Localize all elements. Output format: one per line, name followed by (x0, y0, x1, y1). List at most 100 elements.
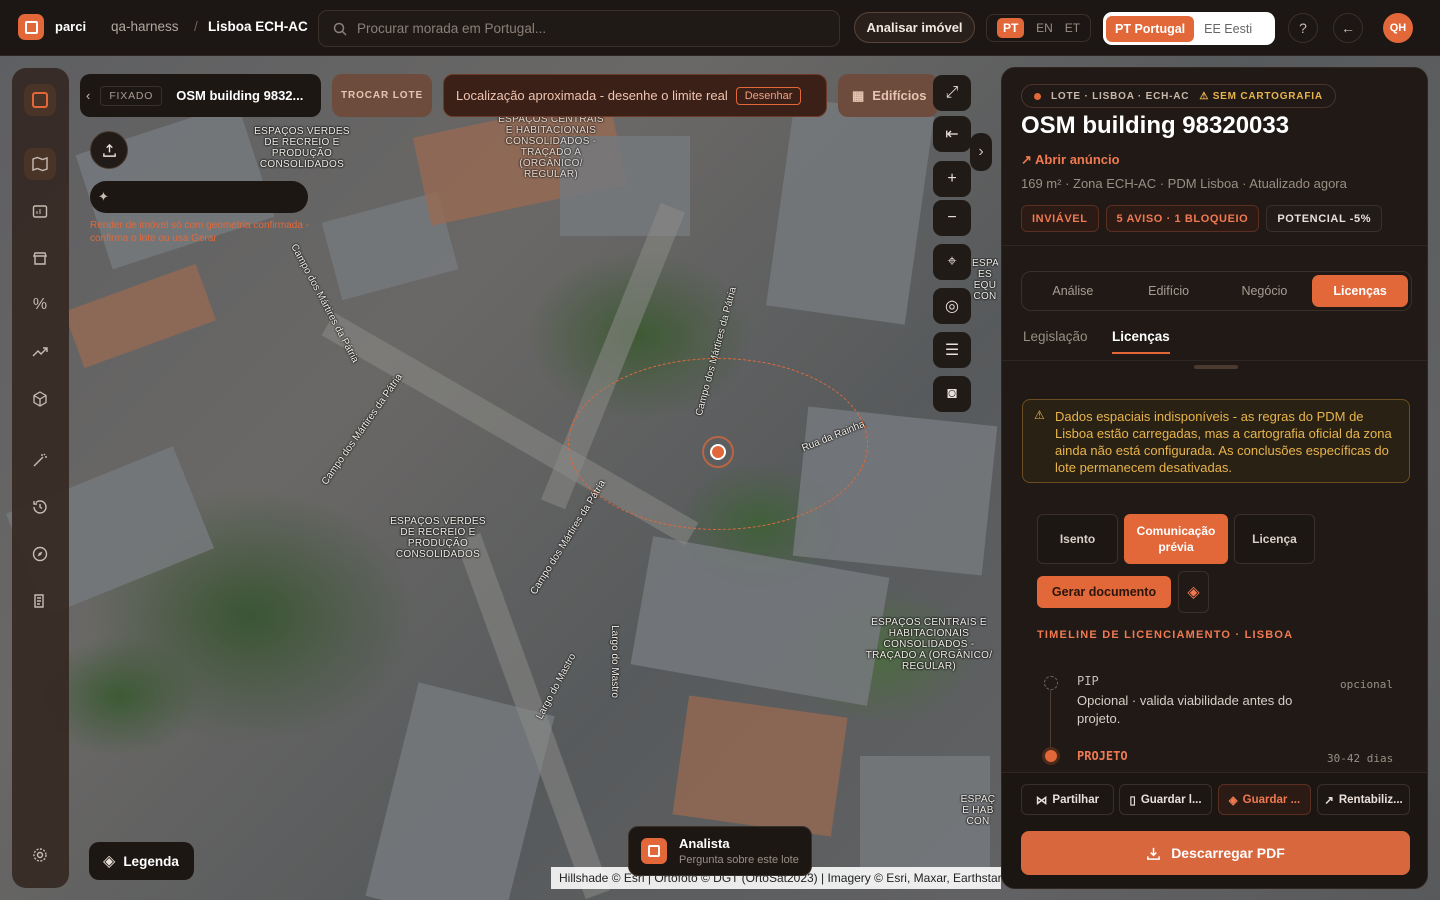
lot-meta: 169 m² · Zona ECH-AC · PDM Lisboa · Atua… (1021, 176, 1347, 191)
panel-toggle-icon[interactable] (24, 84, 56, 116)
compass-map-icon[interactable]: ◎ (933, 288, 971, 324)
lang-en[interactable]: EN (1036, 21, 1053, 35)
buildings-toggle[interactable]: ▦ Edifícios (838, 74, 938, 117)
locate-icon[interactable]: ⌖ (933, 244, 971, 280)
document-list-icon[interactable] (24, 585, 56, 617)
tab-licencas[interactable]: Licenças (1312, 275, 1408, 307)
chevron-left-icon[interactable]: ‹ (86, 88, 90, 103)
download-icon (1147, 847, 1161, 860)
chevron-right-icon[interactable]: › (970, 133, 992, 171)
country-switcher: PT Portugal EE Eesti (1103, 12, 1275, 45)
map-building (766, 97, 934, 325)
tab-analise[interactable]: Análise (1025, 275, 1121, 307)
main-tabs: Análise Edifício Negócio Licenças (1021, 271, 1412, 311)
analyst-title: Analista (679, 836, 730, 851)
country-estonia[interactable]: EE Eesti (1204, 22, 1252, 36)
download-pdf-button[interactable]: Descarregar PDF (1021, 831, 1410, 875)
warning-triangle-icon: ⚠ (1034, 408, 1045, 422)
camera-icon[interactable]: ◙ (933, 376, 971, 412)
zone-label: ESPAÇOS CENTRAIS E HABITACIONAIS CONSOLI… (865, 617, 993, 672)
status-badges: INVIÁVEL 5 AVISO · 1 BLOQUEIO POTENCIAL … (1021, 205, 1383, 232)
lang-et[interactable]: ET (1065, 21, 1080, 35)
breadcrumb-workspace[interactable]: qa-harness (111, 19, 179, 34)
divider (1002, 245, 1427, 246)
legend-button[interactable]: ◈ Legenda (89, 842, 194, 880)
timeline-dot-optional (1044, 676, 1058, 690)
settings-gear-icon[interactable] (24, 839, 56, 871)
analyst-chat-button[interactable]: Analista Pergunta sobre este lote (628, 826, 812, 876)
render-input[interactable]: ✦ (90, 181, 308, 213)
help-icon[interactable]: ? (1288, 13, 1318, 43)
lang-pt[interactable]: PT (996, 18, 1025, 38)
approx-location-text: Localização aproximada - desenhe o limit… (456, 88, 728, 103)
zoom-out-icon[interactable]: − (933, 200, 971, 236)
swap-lot-button[interactable]: TROCAR LOTE (332, 74, 432, 117)
selected-building-pill[interactable]: ‹ FIXADO OSM building 9832... (80, 74, 321, 117)
save-listing-button[interactable]: ▯ Guardar l... (1119, 784, 1212, 815)
layers-stack-icon[interactable]: ◈ (1178, 571, 1209, 613)
percent-icon[interactable]: % (24, 289, 56, 321)
street-label: Campo dos Mártires da Pátria (319, 371, 406, 488)
tab-edificio[interactable]: Edifício (1121, 275, 1217, 307)
fullscreen-icon[interactable]: ⤢ (933, 75, 971, 111)
upload-icon[interactable] (90, 131, 128, 169)
tab-negocio[interactable]: Negócio (1217, 275, 1313, 307)
zone-label: ESPAÇOS VERDES DE RECREIO E PRODUÇÃO CON… (390, 516, 486, 560)
chart-folder-icon[interactable] (24, 195, 56, 227)
license-option-isento[interactable]: Isento (1037, 514, 1118, 564)
subtab-licencas[interactable]: Licenças (1112, 329, 1170, 354)
cube-icon[interactable] (24, 383, 56, 415)
save-layers-button[interactable]: ◈ Guardar ... (1218, 784, 1311, 815)
breadcrumb-separator: / (194, 19, 198, 34)
lot-detail-panel: LOTE · LISBOA · ECH-AC ⚠ SEM CARTOGRAFIA… (1001, 67, 1428, 889)
timeline-title: TIMELINE DE LICENCIAMENTO · LISBOA (1037, 629, 1294, 641)
street-label: Largo do Mastro (608, 625, 620, 698)
license-option-licenca[interactable]: Licença (1234, 514, 1315, 564)
search-input[interactable]: Procurar morada em Portugal... (357, 21, 546, 36)
trending-up-icon[interactable] (24, 336, 56, 368)
store-icon[interactable] (24, 242, 56, 274)
language-switcher: PT EN ET (986, 14, 1091, 42)
buildings-toggle-label: Edifícios (872, 88, 927, 103)
zone-label: ESPA ES EQU CON (972, 258, 998, 302)
license-option-comunicacao[interactable]: Comunicação prévia (1124, 514, 1228, 564)
map-icon[interactable] (24, 148, 56, 180)
analyze-property-button[interactable]: Analisar imóvel (854, 12, 975, 43)
search-icon (333, 22, 347, 36)
no-mapping-badge: ⚠ SEM CARTOGRAFIA (1199, 90, 1323, 102)
history-icon[interactable] (24, 491, 56, 523)
compass-icon[interactable] (24, 538, 56, 570)
breadcrumb-project[interactable]: Lisboa ECH-AC (208, 19, 308, 34)
back-arrow-icon[interactable]: ← (1333, 13, 1363, 43)
zone-label: ESPAÇ E HAB CON (960, 794, 996, 827)
zone-label: ESPAÇOS VERDES DE RECREIO E PRODUÇÃO CON… (254, 126, 350, 170)
spatial-data-warning: ⚠ Dados espaciais indisponíveis - as reg… (1022, 399, 1410, 483)
analyst-icon (641, 838, 667, 864)
analyst-subtitle: Pergunta sobre este lote (679, 854, 799, 866)
selected-building-name: OSM building 9832... (176, 88, 304, 103)
generate-document-button[interactable]: Gerar documento (1037, 576, 1171, 608)
magic-wand-icon[interactable] (24, 444, 56, 476)
share-button[interactable]: ⋈ Partilhar (1021, 784, 1114, 815)
timeline-step: PROJETO (1077, 749, 1128, 763)
draw-boundary-button[interactable]: Desenhar (735, 86, 802, 105)
buildings-icon: ▦ (852, 87, 865, 103)
share-icon: ⋈ (1035, 794, 1048, 807)
status-badge: POTENCIAL -5% (1266, 205, 1383, 232)
map-building (63, 263, 217, 369)
address-search[interactable]: Procurar morada em Portugal... (318, 10, 840, 47)
zoom-in-icon[interactable]: + (933, 161, 971, 197)
subtab-legislacao[interactable]: Legislação (1023, 329, 1088, 344)
brand-name: parci (55, 19, 87, 34)
parci-logo-icon[interactable] (18, 14, 44, 40)
lot-breadcrumb: LOTE · LISBOA · ECH-AC ⚠ SEM CARTOGRAFIA (1021, 84, 1336, 108)
user-avatar[interactable]: QH (1383, 13, 1413, 43)
profitability-button[interactable]: ↗ Rentabiliz... (1317, 784, 1410, 815)
open-listing-link[interactable]: ↗ Abrir anúncio (1021, 152, 1120, 168)
country-portugal[interactable]: PT Portugal (1106, 15, 1195, 42)
drag-handle[interactable] (1194, 365, 1238, 369)
render-notice: Render de imóvel só com geometria confir… (90, 220, 309, 244)
layers-sliders-icon[interactable]: ☰ (933, 332, 971, 368)
location-pin-icon[interactable] (702, 436, 734, 468)
collapse-left-icon[interactable]: ⇤ (933, 116, 971, 152)
